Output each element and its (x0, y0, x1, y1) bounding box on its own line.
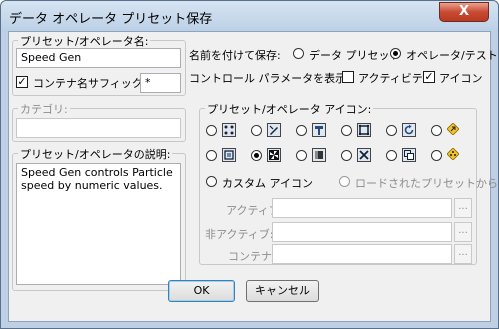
save-as-data-preset-label: データ プリセット (309, 49, 401, 62)
active-icon-input[interactable] (272, 198, 452, 218)
diamond-dots-icon (447, 148, 461, 162)
active-icon-browse-button[interactable]: ... (454, 198, 472, 218)
description-textarea[interactable]: Speed Gen controls Particle speed by num… (16, 163, 181, 285)
suffix-input[interactable]: * (140, 73, 181, 93)
dialog-body: プリセット/オペレータ名: Speed Gen ✓ コンテナ名サフィックス: *… (8, 31, 498, 322)
title-bar[interactable]: データ オペレータ プリセット保存 X (1, 1, 498, 31)
inactive-label: 非アクティブ: (205, 228, 274, 241)
save-as-data-preset-radio[interactable] (293, 48, 304, 59)
icon-radio-hammer[interactable] (296, 125, 307, 136)
suffix-checkbox[interactable]: ✓ (16, 76, 28, 88)
loaded-preset-label: ロードされたプリセットから (355, 177, 498, 190)
name-group: プリセット/オペレータ名: Speed Gen ✓ コンテナ名サフィックス: * (12, 33, 186, 96)
icon-group: プリセット/オペレータ アイコン: カスタム アイコン ロードされたプリセットか… (199, 101, 498, 265)
cross-icon (357, 148, 371, 162)
close-button[interactable]: X (439, 2, 489, 22)
icon-radio-pen[interactable] (251, 125, 262, 136)
custom-icon-radio[interactable] (206, 176, 217, 187)
category-input[interactable] (16, 118, 181, 138)
icon-radio-refresh[interactable] (386, 125, 397, 136)
container-icon-input[interactable] (272, 244, 452, 264)
description-group: プリセット/オペレータの説明: Speed Gen controls Parti… (12, 146, 186, 291)
icon-radio-pinwheel[interactable] (251, 150, 262, 161)
preset-name-input[interactable]: Speed Gen (16, 48, 181, 68)
suffix-checkbox-label: コンテナ名サフィックス: (33, 77, 158, 90)
icon-radio-frame[interactable] (341, 125, 352, 136)
name-group-label: プリセット/オペレータ名: (18, 33, 151, 49)
window-title: データ オペレータ プリセット保存 (9, 12, 213, 27)
save-as-operator-radio[interactable] (390, 48, 401, 59)
icon-radio-copy[interactable] (386, 150, 397, 161)
ok-button[interactable]: OK (168, 280, 235, 302)
dialog-window: データ オペレータ プリセット保存 X プリセット/オペレータ名: Speed … (0, 0, 499, 329)
cancel-button[interactable]: キャンセル (246, 280, 319, 302)
inactive-icon-browse-button[interactable]: ... (454, 222, 472, 242)
category-group-label: カテゴリ: (18, 101, 70, 117)
pen-icon (267, 123, 281, 137)
frame-icon (357, 123, 371, 137)
activity-label: アクティビティ (358, 72, 434, 85)
save-as-operator-label: オペレータ/テスト (406, 49, 498, 62)
icon-radio-diamond-arrow[interactable] (431, 125, 442, 136)
save-as-label: 名前を付けて保存: (189, 49, 281, 62)
pinwheel-icon (267, 148, 281, 162)
diamond-arrow-icon (447, 123, 461, 137)
description-group-label: プリセット/オペレータの説明: (18, 146, 173, 162)
icon-radio-cross[interactable] (341, 150, 352, 161)
hammer-icon (312, 123, 326, 137)
icon-radio-diamond-dots[interactable] (431, 150, 442, 161)
refresh-icon (402, 123, 416, 137)
category-group: カテゴリ: (12, 101, 186, 142)
icon-checkbox[interactable]: ✓ (423, 71, 435, 83)
inactive-icon-input[interactable] (272, 222, 452, 242)
dots-grid-icon (222, 123, 236, 137)
container-icon-browse-button[interactable]: ... (454, 244, 472, 264)
loaded-preset-radio[interactable] (339, 176, 350, 187)
icon-radio-cylinder[interactable] (296, 150, 307, 161)
icon-radio-book[interactable] (206, 150, 217, 161)
icon-group-label: プリセット/オペレータ アイコン: (205, 101, 374, 117)
activity-checkbox[interactable] (342, 71, 354, 83)
copy-icon (402, 148, 416, 162)
container-label: コンテナ: (228, 250, 276, 263)
custom-icon-label: カスタム アイコン (222, 177, 313, 190)
icon-radio-dots-grid[interactable] (206, 125, 217, 136)
icon-checkbox-label: アイコン (439, 72, 483, 85)
cylinder-icon (312, 148, 326, 162)
display-params-label: コントロール パラメータを表示: (189, 72, 350, 85)
book-icon (222, 148, 236, 162)
